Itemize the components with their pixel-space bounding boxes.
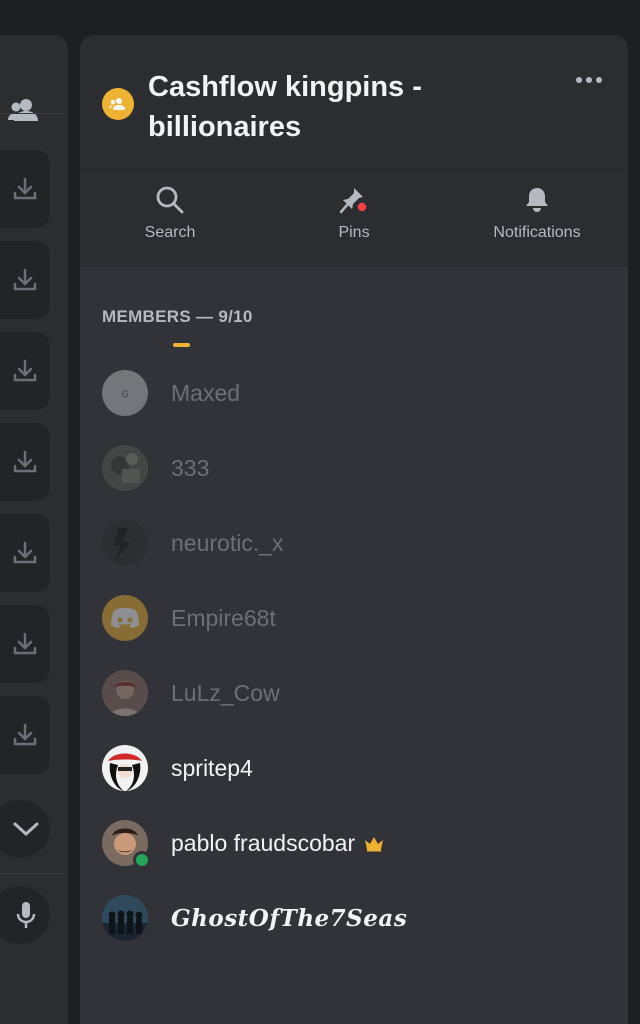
download-icon [13, 723, 37, 746]
notifications-label: Notifications [493, 224, 581, 241]
avatar [102, 820, 151, 869]
member-item[interactable]: spritep4 [102, 744, 602, 792]
channel-panel: Cashflow kingpins - billionaires Search … [80, 35, 628, 1024]
member-name: neurotic._x [171, 529, 284, 556]
download-icon [13, 541, 37, 564]
member-name: Empire68t [171, 604, 276, 631]
member-name: Maxed [171, 379, 241, 406]
member-name: GhostOfThe7Seas [171, 904, 408, 932]
pins-button[interactable]: Pins [284, 185, 424, 243]
download-button[interactable] [0, 241, 50, 319]
page-title: Cashflow kingpins - billionaires [148, 71, 422, 143]
member-item[interactable]: LuLz_Cow [102, 669, 602, 717]
download-button[interactable] [0, 696, 50, 774]
discord-logo-icon [111, 608, 139, 628]
avatar [102, 670, 148, 716]
avatar [102, 520, 148, 566]
download-icon [13, 177, 37, 200]
microphone-button[interactable] [0, 886, 50, 944]
member-item[interactable]: pablo fraudscobar [102, 819, 602, 869]
search-icon [156, 186, 184, 214]
members-header: MEMBERS — 9/10 [102, 307, 253, 326]
bell-icon [526, 188, 548, 212]
search-label: Search [144, 224, 196, 241]
app-root: Cashflow kingpins - billionaires Search … [0, 0, 640, 1024]
download-button[interactable] [0, 332, 50, 410]
online-status-indicator [133, 851, 151, 869]
scroll-down-button[interactable] [0, 800, 50, 858]
panel-header: Cashflow kingpins - billionaires Search … [80, 35, 628, 267]
avatar [102, 595, 148, 641]
member-item[interactable]: GhostOfThe7Seas [102, 894, 602, 942]
members-icon[interactable] [8, 95, 42, 125]
member-name: spritep4 [171, 754, 253, 781]
strip-divider [0, 873, 68, 874]
member-name: LuLz_Cow [171, 679, 280, 706]
crown-icon [365, 837, 384, 852]
download-icon [13, 268, 37, 291]
download-button[interactable] [0, 423, 50, 501]
avatar [102, 445, 148, 491]
avatar [102, 895, 148, 941]
header-divider [80, 169, 628, 170]
pins-label: Pins [338, 224, 370, 241]
download-icon [13, 450, 37, 473]
channel-icon [102, 88, 134, 120]
group-icon [109, 98, 125, 110]
download-button[interactable] [0, 605, 50, 683]
strip-divider [0, 113, 68, 114]
download-icon [13, 632, 37, 655]
notifications-button[interactable]: Notifications [467, 185, 607, 243]
member-item[interactable]: 333 [102, 444, 602, 492]
member-name: 333 [171, 454, 210, 481]
download-button[interactable] [0, 514, 50, 592]
svg-text:G: G [122, 390, 129, 400]
search-button[interactable]: Search [100, 185, 240, 243]
member-item[interactable]: Empire68t [102, 594, 602, 642]
microphone-icon [16, 902, 36, 928]
avatar: G [102, 370, 148, 416]
chevron-down-icon [13, 822, 39, 836]
pin-icon [339, 188, 368, 214]
loading-indicator [173, 343, 190, 347]
member-item[interactable]: neurotic._x [102, 519, 602, 567]
left-strip [0, 35, 68, 1024]
member-name: pablo fraudscobar [171, 829, 356, 856]
avatar [102, 745, 148, 791]
download-icon [13, 359, 37, 382]
member-item[interactable]: G Maxed [102, 369, 602, 417]
more-options-icon[interactable] [574, 73, 604, 87]
download-button[interactable] [0, 150, 50, 228]
